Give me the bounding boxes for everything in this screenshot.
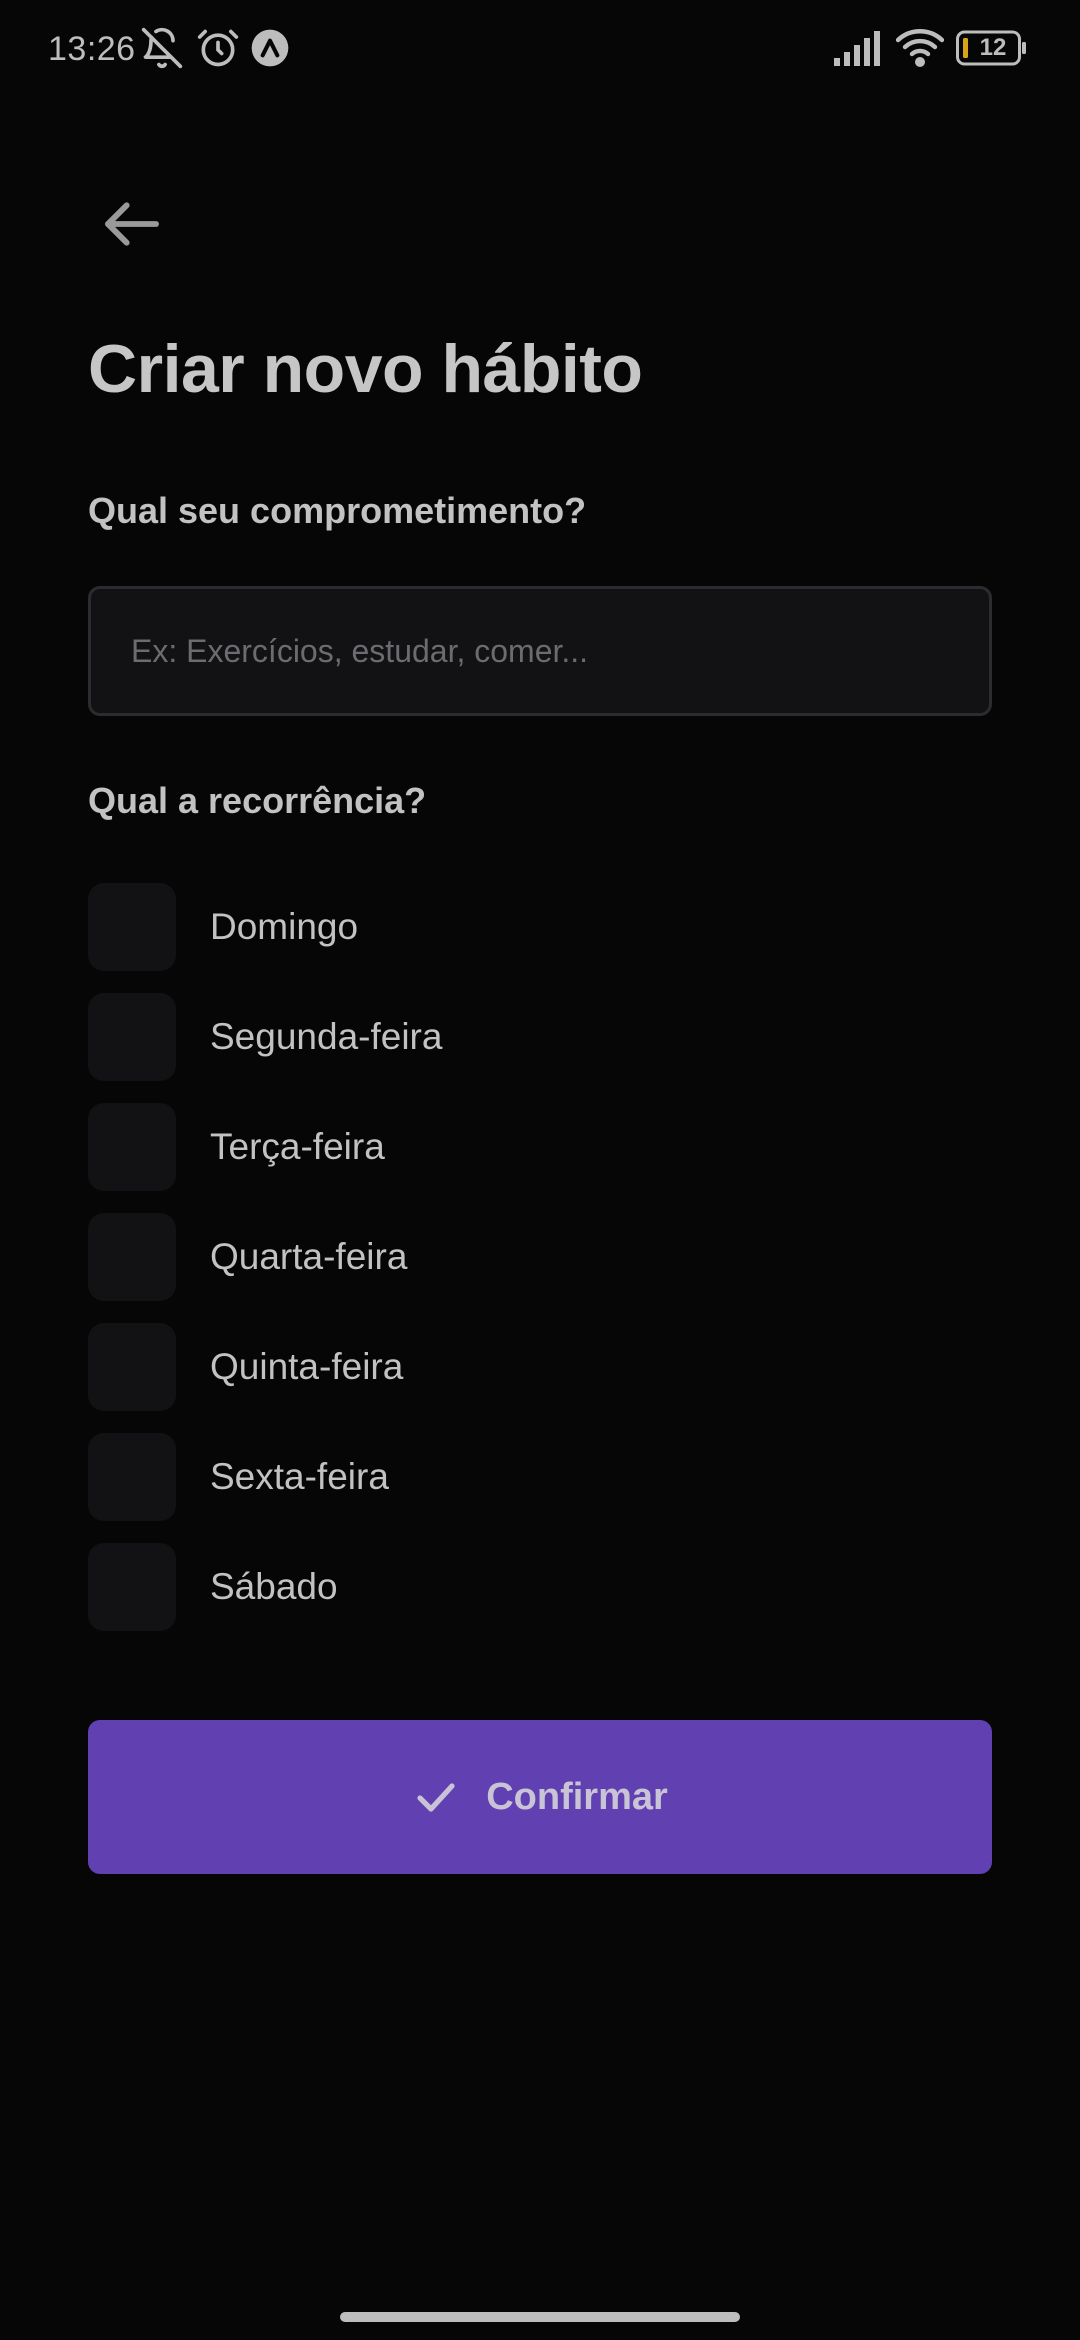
confirm-label: Confirmar: [486, 1775, 668, 1818]
day-checkbox[interactable]: [88, 1103, 176, 1191]
day-label: Segunda-feira: [210, 1016, 443, 1057]
day-checkbox[interactable]: [88, 993, 176, 1081]
day-checkbox[interactable]: [88, 1323, 176, 1411]
battery-level: 12: [979, 34, 1007, 61]
wifi-icon: [895, 28, 945, 73]
day-option-quarta[interactable]: Quarta-feira: [88, 1202, 992, 1312]
commitment-label: Qual seu comprometimento?: [88, 490, 587, 531]
arrow-left-icon: [105, 202, 159, 246]
app-notification-icon: [248, 26, 292, 70]
day-option-domingo[interactable]: Domingo: [88, 872, 992, 982]
day-option-terca[interactable]: Terça-feira: [88, 1092, 992, 1202]
page-title: Criar novo hábito: [88, 331, 643, 407]
day-label: Quinta-feira: [210, 1346, 404, 1387]
status-bar: 13:26 12: [0, 0, 1080, 100]
day-option-quinta[interactable]: Quinta-feira: [88, 1312, 992, 1422]
home-indicator[interactable]: [340, 2312, 740, 2322]
bell-muted-icon: [140, 26, 184, 70]
day-checkbox[interactable]: [88, 1213, 176, 1301]
day-label: Terça-feira: [210, 1126, 385, 1167]
screen: 13:26 12 Criar novo hábito Qual seu comp…: [0, 0, 1080, 2340]
day-option-sabado[interactable]: Sábado: [88, 1532, 992, 1642]
signal-icon: [834, 28, 884, 73]
confirm-button[interactable]: Confirmar: [88, 1720, 992, 1874]
alarm-icon: [196, 26, 240, 70]
status-time: 13:26: [48, 30, 136, 68]
day-label: Quarta-feira: [210, 1236, 408, 1277]
day-checkbox[interactable]: [88, 1543, 176, 1631]
day-checkbox[interactable]: [88, 883, 176, 971]
check-icon: [417, 1783, 455, 1812]
day-checkbox[interactable]: [88, 1433, 176, 1521]
day-option-segunda[interactable]: Segunda-feira: [88, 982, 992, 1092]
recurrence-label: Qual a recorrência?: [88, 780, 427, 821]
day-option-sexta[interactable]: Sexta-feira: [88, 1422, 992, 1532]
day-label: Domingo: [210, 906, 359, 947]
weekday-list: Domingo Segunda-feira Terça-feira Quarta…: [88, 872, 992, 1642]
day-label: Sábado: [210, 1566, 338, 1607]
day-label: Sexta-feira: [210, 1456, 389, 1497]
back-button[interactable]: [96, 188, 168, 260]
habit-name-input[interactable]: [88, 586, 992, 716]
